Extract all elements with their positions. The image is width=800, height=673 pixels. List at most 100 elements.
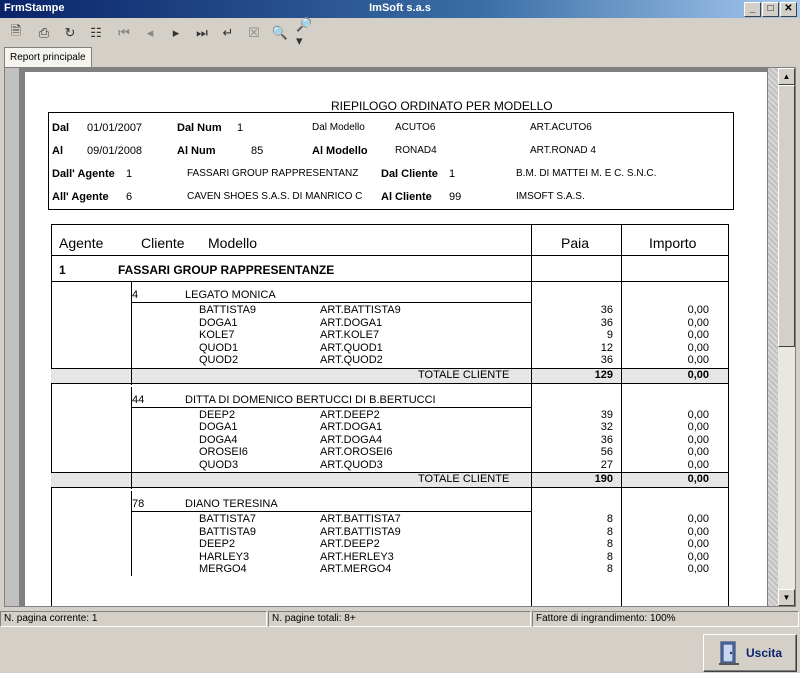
- row-model: BATTISTA7: [199, 513, 257, 525]
- row-paia: 8: [606, 550, 613, 563]
- col-importo: Importo: [649, 235, 697, 251]
- total-paia: 190: [594, 473, 613, 485]
- row-importo: 0,00: [687, 354, 709, 366]
- row-importo: 0,00: [687, 446, 709, 458]
- row-importo: 0,00: [687, 513, 709, 525]
- row-importo: 0,00: [687, 329, 709, 341]
- row-paia: 8: [606, 538, 613, 550]
- stop-icon[interactable]: ☒: [244, 23, 264, 43]
- row-model: QUOD1: [199, 341, 239, 354]
- zoom-icon[interactable]: 🔎▾: [296, 17, 316, 48]
- row-paia: 27: [600, 458, 613, 471]
- row-importo: 0,00: [687, 408, 709, 421]
- row-paia: 12: [600, 341, 613, 354]
- dal-num-label: Dal Num: [177, 122, 222, 134]
- dall-agente-name: FASSARI GROUP RAPPRESENTANZ: [187, 168, 359, 179]
- col-agente: Agente: [59, 235, 104, 251]
- total-divider: [531, 367, 532, 383]
- al-cliente-name: IMSOFT S.A.S.: [516, 191, 585, 202]
- status-zoom: Fattore di ingrandimento: 100%: [532, 611, 799, 627]
- row-model: DOGA1: [199, 421, 238, 433]
- col-cliente: Cliente: [141, 235, 185, 251]
- row-desc: ART.BATTISTA7: [320, 513, 401, 525]
- scroll-up-icon[interactable]: ▲: [778, 68, 795, 85]
- al-cliente-code: 99: [449, 191, 462, 203]
- dal-value: 01/01/2007: [87, 122, 143, 134]
- row-model: DEEP2: [199, 408, 236, 421]
- row-model: MERGO4: [199, 563, 247, 575]
- row-desc: ART.QUOD3: [320, 458, 383, 471]
- tree-icon[interactable]: ☷: [86, 23, 106, 43]
- window-title: ImSoft s.a.s: [369, 2, 431, 14]
- total-divider: [131, 472, 132, 487]
- row-model: BATTISTA9: [199, 304, 257, 316]
- dal-modello-code: ACUTO6: [395, 122, 436, 133]
- search-icon[interactable]: 🔍: [270, 23, 290, 43]
- prev-page-icon[interactable]: ◂: [140, 23, 160, 43]
- last-page-icon[interactable]: ⏭: [192, 23, 212, 43]
- al-label: Al: [52, 145, 63, 157]
- row-importo: 0,00: [687, 341, 709, 354]
- dal-cliente-code: 1: [449, 168, 456, 180]
- row-paia: 36: [600, 354, 613, 366]
- row-paia: 36: [600, 433, 613, 446]
- row-importo: 0,00: [687, 538, 709, 550]
- first-page-icon[interactable]: ⏮: [114, 23, 134, 43]
- report-viewer: RIEPILOGO ORDINATO PER MODELLO Dal 01/01…: [4, 67, 796, 607]
- dall-agente-code: 1: [126, 168, 133, 180]
- row-model: QUOD3: [199, 458, 239, 471]
- row-importo: 0,00: [687, 421, 709, 433]
- exit-button-label: Uscita: [745, 646, 783, 660]
- door-exit-icon: [718, 641, 739, 665]
- row-desc: ART.DEEP2: [320, 538, 380, 550]
- all-agente-name: CAVEN SHOES S.A.S. DI MANRICO C: [187, 191, 363, 202]
- al-num-value: 85: [251, 145, 264, 157]
- status-bar: N. pagina corrente: 1 N. pagine totali: …: [0, 611, 800, 627]
- minimize-button[interactable]: _: [744, 2, 761, 17]
- row-model: DOGA1: [199, 316, 238, 329]
- page-left-margin: [5, 68, 19, 606]
- tab-report-principale[interactable]: Report principale: [4, 47, 92, 67]
- total-label: TOTALE CLIENTE: [418, 473, 510, 485]
- vertical-scrollbar[interactable]: ▲ ▼: [778, 68, 795, 606]
- row-desc: ART.DOGA1: [320, 421, 383, 433]
- goto-page-icon[interactable]: ↵: [218, 23, 238, 43]
- row-model: OROSEI6: [199, 446, 248, 458]
- total-divider: [621, 367, 622, 383]
- al-num-label: Al Num: [177, 145, 216, 157]
- row-desc: ART.QUOD2: [320, 354, 383, 366]
- row-paia: 8: [606, 563, 613, 575]
- maximize-button[interactable]: □: [762, 2, 779, 17]
- print-icon[interactable]: ⎙: [34, 23, 54, 43]
- scroll-down-icon[interactable]: ▼: [778, 589, 795, 606]
- row-desc: ART.DOGA1: [320, 316, 383, 329]
- client-name: DITTA DI DOMENICO BERTUCCI DI B.BERTUCCI: [185, 393, 436, 406]
- dal-cliente-name: B.M. DI MATTEI M. E C. S.N.C.: [516, 168, 657, 179]
- row-desc: ART.OROSEI6: [320, 446, 393, 458]
- row-paia: 8: [606, 525, 613, 538]
- next-page-icon[interactable]: ▸: [166, 23, 186, 43]
- row-paia: 9: [606, 329, 613, 341]
- row-paia: 8: [606, 513, 613, 525]
- export-icon[interactable]: 🗎: [6, 23, 26, 43]
- row-paia: 36: [600, 316, 613, 329]
- row-model: BATTISTA9: [199, 525, 257, 538]
- client-code: 44: [132, 393, 145, 406]
- status-current-page: N. pagina corrente: 1: [0, 611, 267, 627]
- row-importo: 0,00: [687, 433, 709, 446]
- close-button[interactable]: ✕: [780, 2, 797, 17]
- report-page: RIEPILOGO ORDINATO PER MODELLO Dal 01/01…: [25, 72, 767, 606]
- exit-button[interactable]: Uscita: [703, 634, 797, 672]
- dal-modello-label: Dal Modello: [312, 122, 365, 133]
- report-title: RIEPILOGO ORDINATO PER MODELLO: [331, 99, 553, 113]
- all-agente-code: 6: [126, 191, 133, 203]
- row-model: QUOD2: [199, 354, 239, 366]
- row-desc: ART.MERGO4: [320, 563, 392, 575]
- title-bar: FrmStampe ImSoft s.a.s _ □ ✕: [0, 0, 800, 18]
- dal-cliente-label: Dal Cliente: [381, 168, 438, 180]
- client-underline: [131, 406, 531, 408]
- total-divider: [621, 472, 622, 487]
- scroll-thumb[interactable]: [778, 85, 795, 347]
- refresh-icon[interactable]: ↻: [60, 23, 80, 43]
- row-paia: 36: [600, 304, 613, 316]
